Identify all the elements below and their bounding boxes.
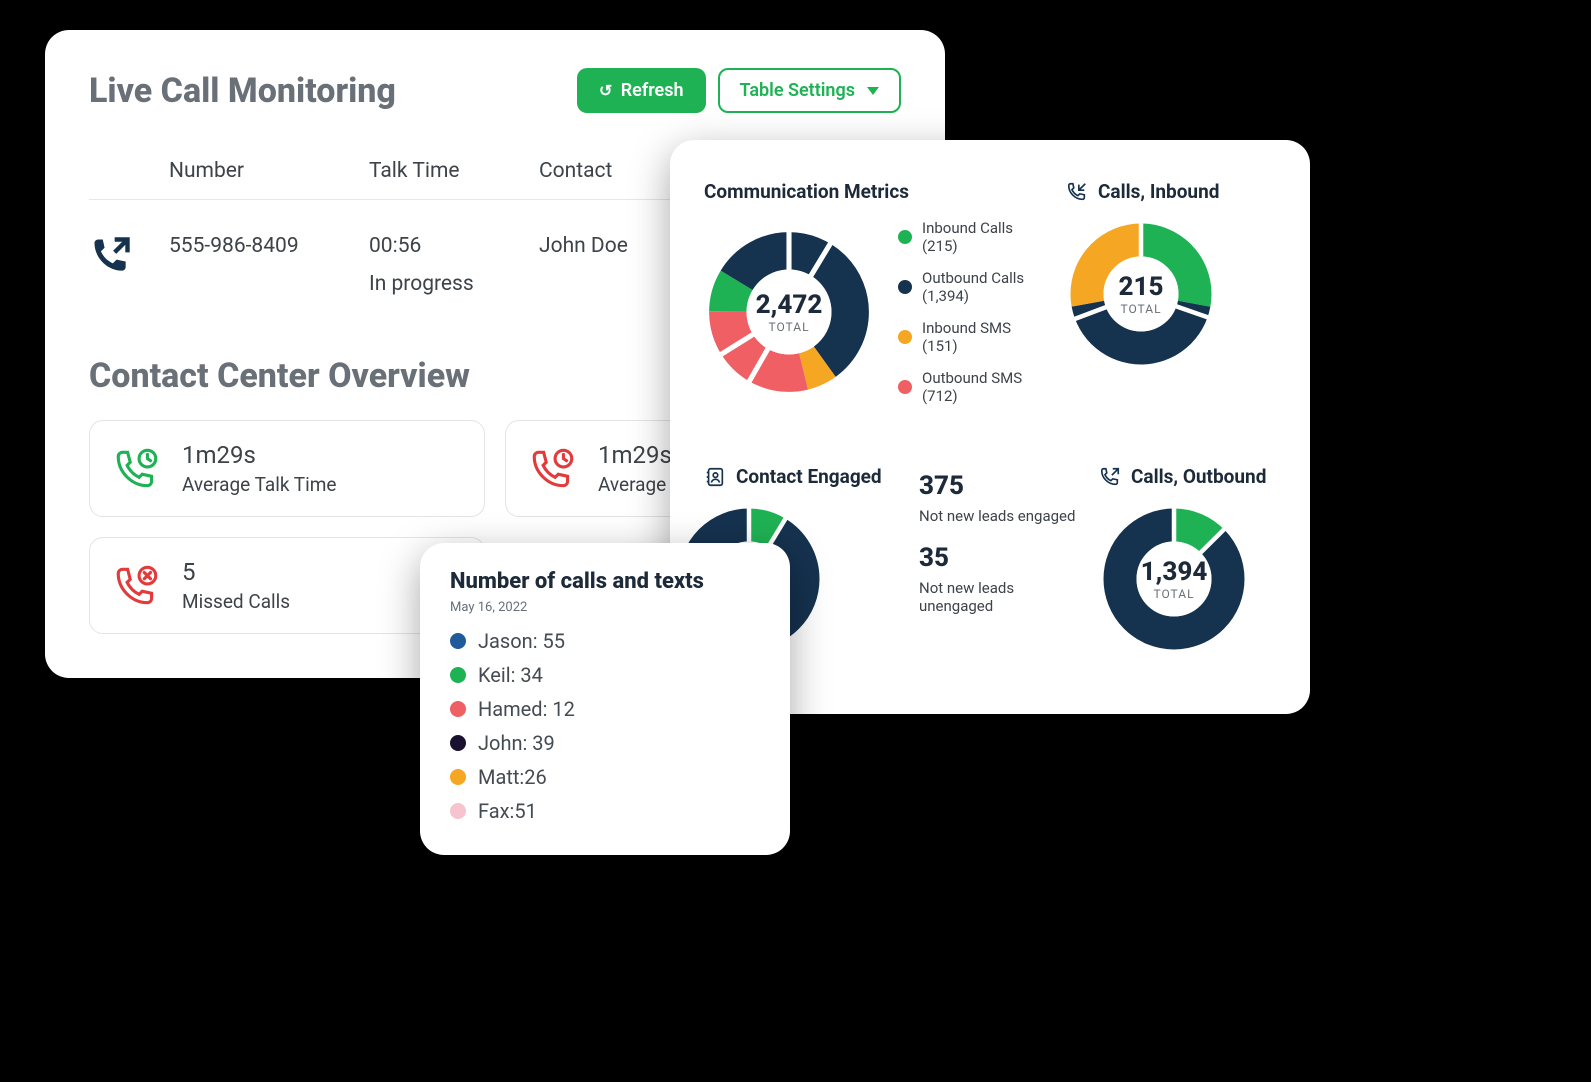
refresh-button[interactable]: ↻ Refresh [577,68,705,113]
outbound-total-value: 1,394 [1141,557,1208,587]
refresh-icon: ↻ [599,81,612,100]
engaged-label: Not new leads engaged [919,507,1079,525]
comm-total-value: 2,472 [756,290,823,320]
contact-book-icon [704,466,726,488]
table-settings-label: Table Settings [740,80,855,101]
calls-texts-popup: Number of calls and texts May 16, 2022 J… [420,543,790,855]
legend-inbound-calls: Inbound Calls (215) [898,219,1036,255]
calls-inbound-donut-chart: 215 TOTAL [1066,219,1216,369]
unengaged-count: 35 [919,543,1079,573]
cell-status: In progress [369,272,539,296]
calls-outbound-section: Calls, Outbound 1,394 TOTAL [1099,465,1309,654]
call-outbound-icon [1099,466,1121,488]
stat-label: Average Talk Time [182,473,337,496]
contact-engaged-title: Contact Engaged [736,465,882,488]
popup-item-keil: Keil: 34 [450,663,760,687]
unengaged-label: Not new leads unengaged [919,579,1079,615]
call-inbound-icon [1066,181,1088,203]
popup-item-jason: Jason: 55 [450,629,760,653]
engage-numbers: 375 Not new leads engaged 35 Not new lea… [919,465,1079,654]
calls-inbound-title: Calls, Inbound [1098,180,1219,203]
popup-item-john: John: 39 [450,731,760,755]
col-number: Number [169,159,369,183]
communication-metrics-section: Communication Metrics [704,180,1036,405]
table-settings-button[interactable]: Table Settings [718,68,901,113]
inbound-total-value: 215 [1119,272,1164,302]
col-blank [89,159,169,183]
calls-outbound-donut-chart: 1,394 TOTAL [1099,504,1249,654]
phone-clock-icon [112,444,162,494]
calls-outbound-title: Calls, Outbound [1131,465,1266,488]
communication-legend: Inbound Calls (215) Outbound Calls (1,39… [898,219,1036,405]
phone-clock-icon [528,444,578,494]
phone-missed-icon [112,561,162,611]
calls-inbound-section: Calls, Inbound 215 TOTAL [1066,180,1276,405]
stat-value: 1m29s [182,441,337,469]
col-talk-time: Talk Time [369,159,539,183]
refresh-label: Refresh [621,80,684,101]
popup-item-fax: Fax:51 [450,799,760,823]
page-title: Live Call Monitoring [89,71,396,111]
chevron-down-icon [867,87,879,95]
stat-value: 5 [182,558,290,586]
popup-item-hamed: Hamed: 12 [450,697,760,721]
comm-total-label: TOTAL [768,320,809,334]
communication-metrics-title: Communication Metrics [704,180,1036,203]
inbound-total-label: TOTAL [1120,302,1161,316]
cell-talk-time: 00:56 [369,234,421,258]
outbound-call-icon [89,234,169,278]
communication-donut-chart: 2,472 TOTAL [704,227,874,397]
popup-item-matt: Matt:26 [450,765,760,789]
outbound-total-label: TOTAL [1153,587,1194,601]
stat-avg-talk-time-1: 1m29s Average Talk Time [89,420,485,517]
engaged-count: 375 [919,471,1079,501]
popup-date: May 16, 2022 [450,600,760,615]
cell-number: 555-986-8409 [169,234,369,258]
popup-title: Number of calls and texts [450,569,760,594]
legend-outbound-sms: Outbound SMS (712) [898,369,1036,405]
stat-label: Missed Calls [182,590,290,613]
legend-outbound-calls: Outbound Calls (1,394) [898,269,1036,305]
legend-inbound-sms: Inbound SMS (151) [898,319,1036,355]
